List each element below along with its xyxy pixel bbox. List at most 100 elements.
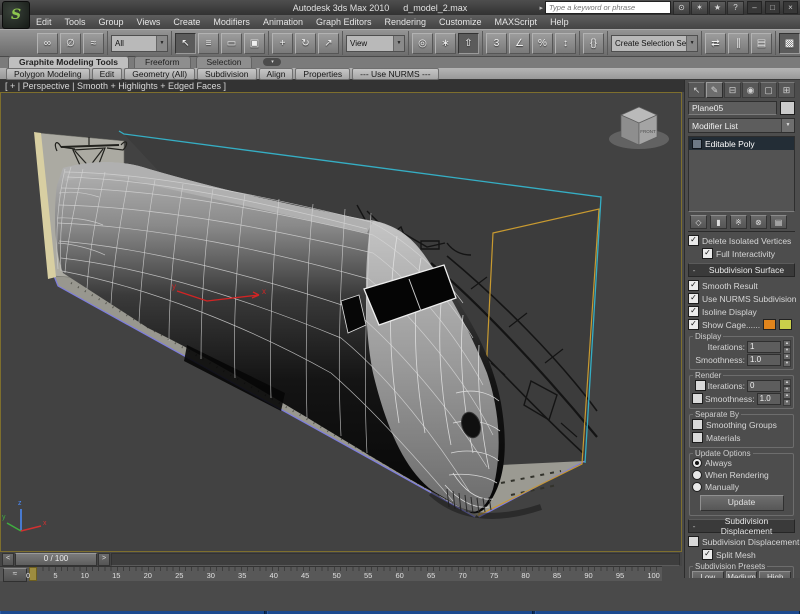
- menu-item[interactable]: MAXScript: [495, 17, 538, 27]
- hierarchy-tab-icon[interactable]: ⊟: [724, 82, 741, 98]
- select-by-name-icon[interactable]: ≡: [198, 33, 219, 54]
- track-bar[interactable]: ≈ 05101520253035404550556065707580859095…: [0, 566, 662, 581]
- edit-named-selection-sets-icon[interactable]: {}: [583, 33, 604, 54]
- checkbox-checked[interactable]: ✓: [702, 248, 713, 259]
- preset-medium-button[interactable]: Medium: [726, 571, 758, 578]
- object-name-field[interactable]: Plane05: [688, 101, 777, 115]
- selection-filter-dropdown[interactable]: All▼: [111, 35, 168, 52]
- ribbon-panel-button[interactable]: --- Use NURMS ---: [352, 68, 438, 80]
- percent-snap-icon[interactable]: %: [532, 33, 553, 54]
- modify-tab-icon[interactable]: ✎: [706, 82, 723, 98]
- menu-item[interactable]: Tools: [65, 17, 86, 27]
- menu-item[interactable]: Views: [137, 17, 161, 27]
- full-interactivity-row[interactable]: ✓ Full Interactivity: [688, 247, 795, 260]
- minimize-button[interactable]: –: [747, 1, 762, 14]
- preset-high-button[interactable]: High: [759, 571, 791, 578]
- cage-color-swatch-orange[interactable]: [763, 319, 776, 330]
- communication-center-icon[interactable]: ✶: [691, 1, 708, 15]
- ribbon-tab[interactable]: Graphite Modeling Tools: [8, 56, 129, 68]
- viewport-3d-scene[interactable]: y x z y x FRONT: [1, 93, 681, 551]
- render-iterations-field[interactable]: 0: [747, 380, 781, 392]
- ribbon-tab[interactable]: Freeform: [134, 56, 190, 68]
- graphite-modeling-tools-toggle-icon[interactable]: ▩: [779, 33, 800, 54]
- spinner-snap-icon[interactable]: ↕: [555, 33, 576, 54]
- unlink-selection-icon[interactable]: ∅: [60, 33, 81, 54]
- radio-selected[interactable]: [692, 458, 702, 468]
- menu-item[interactable]: Graph Editors: [316, 17, 372, 27]
- align-icon[interactable]: ∥: [728, 33, 749, 54]
- subdivision-displacement-row[interactable]: Subdivision Displacement: [688, 535, 795, 548]
- viewport-label[interactable]: [ + | Perspective | Smooth + Highlights …: [0, 80, 684, 92]
- bind-to-space-warp-icon[interactable]: ≈: [83, 33, 104, 54]
- show-end-result-icon[interactable]: ▮: [710, 215, 727, 229]
- use-nurms-subdivision-row[interactable]: ✓ Use NURMS Subdivision: [688, 292, 795, 305]
- mirror-icon[interactable]: ⇄: [705, 33, 726, 54]
- use-pivot-point-center-icon[interactable]: ◎: [412, 33, 433, 54]
- menu-item[interactable]: Animation: [263, 17, 303, 27]
- ribbon-panel-button[interactable]: Geometry (All): [124, 68, 195, 80]
- select-and-link-icon[interactable]: ∞: [37, 33, 58, 54]
- perspective-viewport[interactable]: y x z y x FRONT: [0, 92, 682, 552]
- display-tab-icon[interactable]: ▢: [760, 82, 777, 98]
- named-selection-set-dropdown[interactable]: Create Selection Se▼: [611, 35, 698, 52]
- select-and-scale-icon[interactable]: ↗: [318, 33, 339, 54]
- close-button[interactable]: ×: [783, 1, 798, 14]
- menu-item[interactable]: Modifiers: [213, 17, 250, 27]
- ribbon-panel-button[interactable]: Polygon Modeling: [6, 68, 90, 80]
- menu-item[interactable]: Edit: [36, 17, 52, 27]
- split-mesh-row[interactable]: ✓ Split Mesh: [688, 548, 795, 561]
- delete-isolated-vertices-row[interactable]: ✓ Delete Isolated Vertices: [688, 234, 795, 247]
- menu-item[interactable]: Help: [550, 17, 569, 27]
- smoothing-groups-row[interactable]: Smoothing Groups: [692, 418, 791, 431]
- time-slider-track[interactable]: [111, 553, 680, 566]
- spinner[interactable]: ▲▼: [783, 392, 791, 406]
- preset-low-button[interactable]: Low: [692, 571, 724, 578]
- rectangular-selection-region-icon[interactable]: ▭: [221, 33, 242, 54]
- menu-item[interactable]: Create: [173, 17, 200, 27]
- reference-coordinate-system-dropdown[interactable]: View▼: [346, 35, 405, 52]
- smooth-result-row[interactable]: ✓ Smooth Result: [688, 279, 795, 292]
- select-and-manipulate-icon[interactable]: ∗: [435, 33, 456, 54]
- always-radio-row[interactable]: Always: [692, 457, 791, 469]
- infocenter-expander-icon[interactable]: ▸: [539, 4, 543, 12]
- ribbon-minimize-toggle[interactable]: ▾: [263, 58, 281, 66]
- checkbox-checked[interactable]: ✓: [688, 235, 699, 246]
- remove-modifier-icon[interactable]: ⊗: [750, 215, 767, 229]
- menu-item[interactable]: Rendering: [385, 17, 427, 27]
- modifier-stack[interactable]: Editable Poly: [688, 136, 795, 212]
- utilities-tab-icon[interactable]: ⊞: [778, 82, 795, 98]
- select-and-move-icon[interactable]: +: [272, 33, 293, 54]
- create-tab-icon[interactable]: ↖: [688, 82, 705, 98]
- ribbon-panel-button[interactable]: Edit: [92, 68, 123, 80]
- 3dsmax-logo[interactable]: S: [2, 1, 30, 29]
- restore-button[interactable]: □: [765, 1, 780, 14]
- display-smoothness-field[interactable]: 1.0: [747, 354, 781, 366]
- window-crossing-toggle-icon[interactable]: ▣: [244, 33, 265, 54]
- cage-color-swatch-yellow[interactable]: [779, 319, 792, 330]
- spinner[interactable]: ▲▼: [783, 340, 791, 354]
- pin-stack-icon[interactable]: ◇: [690, 215, 707, 229]
- show-cage-row[interactable]: ✓ Show Cage......: [688, 318, 795, 331]
- manage-layers-icon[interactable]: ▤: [751, 33, 772, 54]
- ribbon-tab[interactable]: Selection: [196, 56, 253, 68]
- select-and-rotate-icon[interactable]: ↻: [295, 33, 316, 54]
- ribbon-panel-button[interactable]: Properties: [295, 68, 350, 80]
- time-slider-handle[interactable]: 0 / 100: [15, 553, 97, 566]
- select-object-icon[interactable]: ↖: [175, 33, 196, 54]
- render-smoothness-field[interactable]: 1.0: [757, 393, 781, 405]
- spinner[interactable]: ▲▼: [783, 379, 791, 393]
- render-iterations-checkbox[interactable]: [695, 380, 706, 391]
- update-button[interactable]: Update: [700, 495, 784, 511]
- materials-row[interactable]: Materials: [692, 431, 791, 444]
- ribbon-panel-button[interactable]: Subdivision: [197, 68, 256, 80]
- angle-snap-icon[interactable]: ∠: [509, 33, 530, 54]
- subdivision-displacement-rollout-header[interactable]: - Subdivision Displacement: [688, 519, 795, 533]
- menu-item[interactable]: Group: [99, 17, 124, 27]
- manually-radio-row[interactable]: Manually: [692, 481, 791, 493]
- previous-frame-arrow[interactable]: <: [2, 553, 14, 566]
- subdivision-surface-rollout-header[interactable]: - Subdivision Surface: [688, 263, 795, 277]
- display-iterations-field[interactable]: 1: [747, 341, 781, 353]
- next-frame-arrow[interactable]: >: [98, 553, 110, 566]
- modifier-list-dropdown[interactable]: Modifier List ▼: [688, 118, 795, 133]
- keyboard-shortcut-override-icon[interactable]: ⇧: [458, 33, 479, 54]
